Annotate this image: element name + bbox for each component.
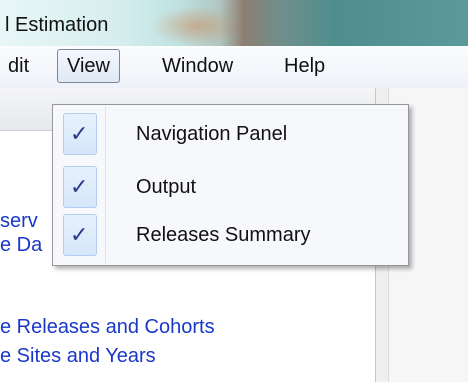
title-bar-decoration: [150, 6, 240, 46]
menu-item-label: Navigation Panel: [136, 123, 288, 145]
nav-link-sites-years[interactable]: e Sites and Years: [0, 345, 156, 368]
menu-item-output[interactable]: ✓ Output: [53, 166, 408, 208]
window-title: l Estimation: [5, 14, 109, 36]
checkmark-box: ✓: [63, 113, 97, 155]
view-menu-dropdown: ✓ Navigation Panel ✓ Output ✓ Releases S…: [52, 104, 409, 266]
menu-window[interactable]: Window: [162, 55, 233, 78]
nav-link-data[interactable]: e Da: [0, 234, 42, 257]
menu-item-navigation-panel[interactable]: ✓ Navigation Panel: [53, 113, 408, 155]
menu-item-releases-summary[interactable]: ✓ Releases Summary: [53, 214, 408, 256]
checkmark-box: ✓: [63, 166, 97, 208]
menu-edit[interactable]: dit: [8, 55, 29, 78]
menu-bar: dit View Window Help: [0, 46, 468, 89]
checkmark-icon: ✓: [70, 222, 89, 247]
menu-item-label: Output: [136, 176, 197, 198]
menu-view[interactable]: View: [57, 49, 120, 83]
nav-link-releases-cohorts[interactable]: e Releases and Cohorts: [0, 316, 215, 339]
menu-item-label: Releases Summary: [136, 224, 311, 246]
nav-link-observations[interactable]: serv: [0, 210, 38, 233]
title-bar: l Estimation: [0, 0, 468, 46]
checkmark-box: ✓: [63, 214, 97, 256]
checkmark-icon: ✓: [70, 174, 89, 199]
checkmark-icon: ✓: [70, 121, 89, 146]
menu-help[interactable]: Help: [284, 55, 325, 78]
